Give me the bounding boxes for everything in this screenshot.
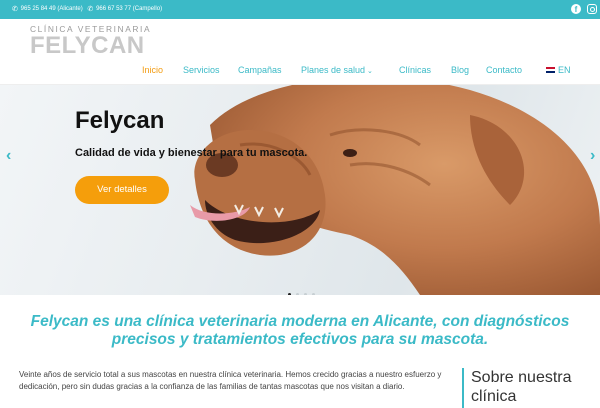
nav-item-contacto[interactable]: Contacto <box>486 64 522 76</box>
main-nav: Inicio Servicios Campañas Planes de salu… <box>0 64 600 78</box>
slider-dots <box>288 283 320 295</box>
slider-dot[interactable] <box>304 293 307 295</box>
contact-phones: ✆ 965 25 84 49 (Alicante) ✆ 966 67 53 77… <box>12 4 162 16</box>
phone-campello[interactable]: 966 67 53 77 (Campello) <box>96 4 162 15</box>
phone-icon: ✆ <box>12 6 18 13</box>
hero-subtitle: Calidad de vida y bienestar para tu masc… <box>75 147 308 159</box>
site-header: CLÍNICA VETERINARIA FELYCAN Inicio Servi… <box>0 19 600 85</box>
ver-detalles-button[interactable]: Ver detalles <box>75 176 169 204</box>
phone-alicante[interactable]: 965 25 84 49 (Alicante) <box>21 4 83 15</box>
intro-tagline: Felycan es una clínica veterinaria moder… <box>30 313 570 348</box>
instagram-icon[interactable] <box>587 4 597 14</box>
slider-dot[interactable] <box>312 293 315 295</box>
nav-item-inicio[interactable]: Inicio <box>142 64 163 76</box>
logo[interactable]: CLÍNICA VETERINARIA FELYCAN <box>30 24 150 59</box>
sidebar-title: Sobre nuestra clínica <box>462 368 592 408</box>
nav-item-label: Planes de salud <box>301 65 366 75</box>
hero-title: Felycan <box>75 107 165 134</box>
nav-item-language[interactable]: EN <box>546 64 571 76</box>
top-bar: ✆ 965 25 84 49 (Alicante) ✆ 966 67 53 77… <box>0 0 600 19</box>
chevron-left-icon[interactable]: ‹ <box>6 147 11 165</box>
slider-dot[interactable] <box>288 293 291 295</box>
facebook-icon[interactable]: f <box>571 4 581 14</box>
slider-dot[interactable] <box>296 293 299 295</box>
language-label: EN <box>558 65 571 75</box>
uk-flag-icon <box>546 66 555 73</box>
intro-paragraph: Veinte años de servicio total a sus masc… <box>19 370 442 391</box>
logo-name: FELYCAN <box>30 32 145 59</box>
hero-slider: Felycan Calidad de vida y bienestar para… <box>0 85 600 295</box>
nav-item-campanas[interactable]: Campañas <box>238 64 282 76</box>
nav-item-planes-de-salud[interactable]: Planes de salud ⌄ <box>301 64 373 78</box>
nav-item-servicios[interactable]: Servicios <box>183 64 220 76</box>
nav-item-blog[interactable]: Blog <box>451 64 469 76</box>
nav-item-clinicas[interactable]: Clínicas <box>399 64 431 76</box>
phone-icon: ✆ <box>87 6 94 13</box>
chevron-down-icon: ⌄ <box>367 68 373 75</box>
chevron-right-icon[interactable]: › <box>590 147 595 165</box>
